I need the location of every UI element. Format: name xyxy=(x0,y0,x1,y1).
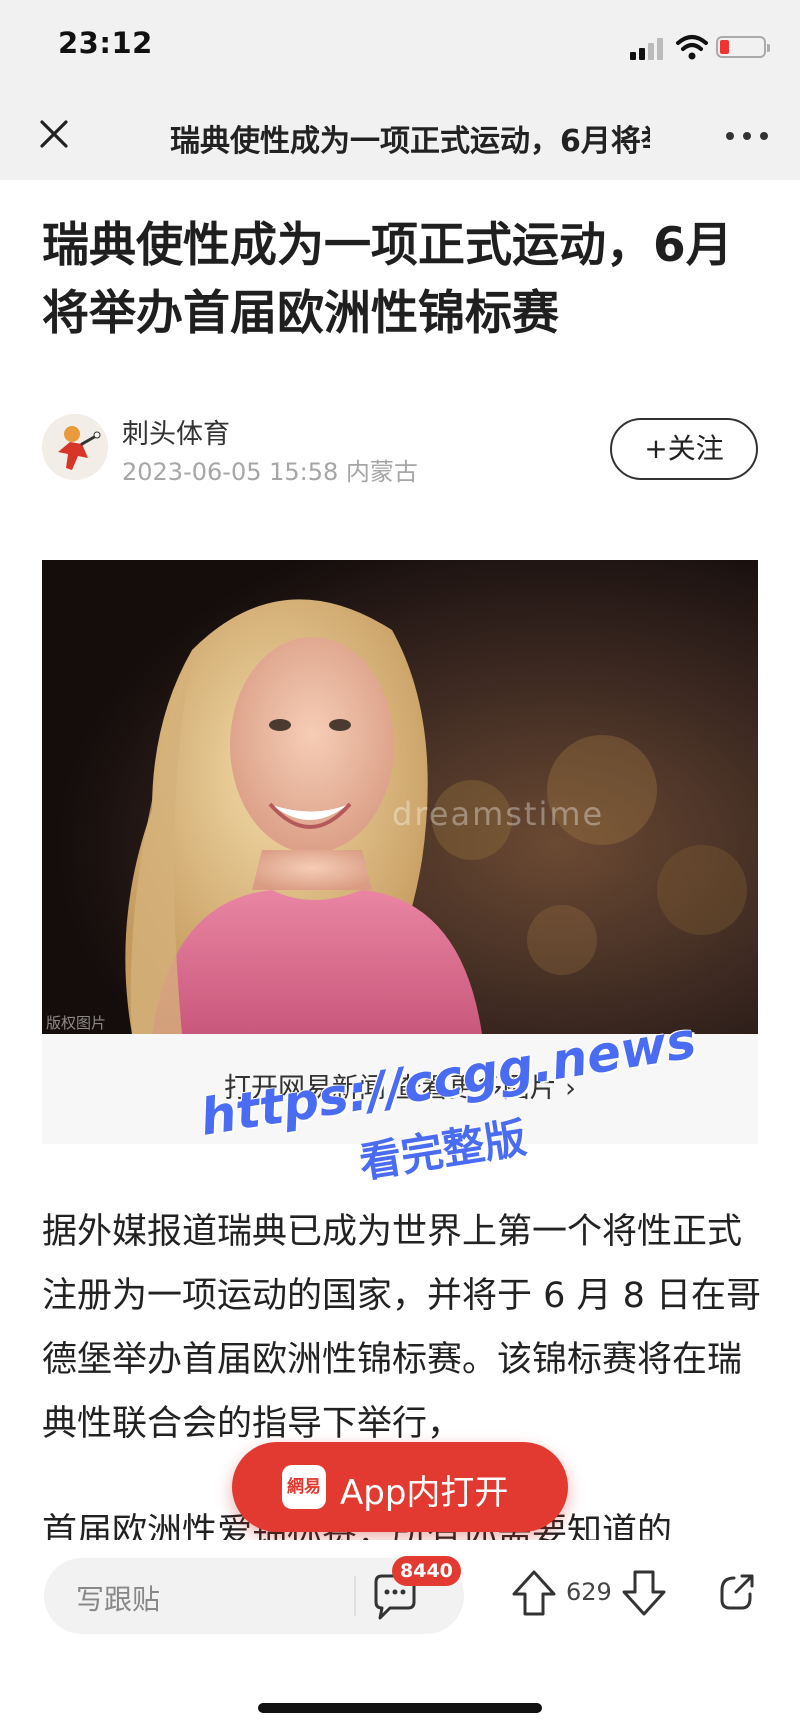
comment-input[interactable]: 写跟贴 8440 xyxy=(44,1556,464,1634)
status-bar: 23:12 xyxy=(0,0,800,88)
author-avatar[interactable] xyxy=(42,414,108,480)
comment-count-badge: 8440 xyxy=(392,1556,461,1586)
downvote-icon[interactable] xyxy=(620,1568,668,1618)
author-row: 刺头体育 2023-06-05 15:58 内蒙古 +关注 xyxy=(42,410,762,490)
wifi-icon xyxy=(676,35,708,60)
nav-title: 瑞典使性成为一项正式运动，6月将举办首届欧洲性锦标赛 xyxy=(170,124,650,156)
follow-button[interactable]: +关注 xyxy=(610,418,758,480)
more-icon[interactable] xyxy=(722,132,772,142)
share-icon[interactable] xyxy=(714,1570,758,1614)
close-icon[interactable] xyxy=(32,112,76,156)
bottom-action-bar: 写跟贴 8440 629 xyxy=(0,1540,800,1650)
input-divider xyxy=(354,1576,356,1616)
netease-logo-icon: 網易 xyxy=(282,1465,326,1509)
battery-icon xyxy=(716,36,770,58)
photo-watermark: dreamstime xyxy=(392,795,605,833)
upvote-icon[interactable] xyxy=(510,1568,558,1618)
open-in-app-button[interactable]: 網易 App内打开 xyxy=(232,1442,568,1532)
cellular-signal-icon xyxy=(630,38,666,60)
comment-placeholder: 写跟贴 xyxy=(76,1583,161,1616)
open-more-photos-link[interactable]: 打开网易新闻 查看更多图片 › xyxy=(42,1034,758,1144)
publish-meta: 2023-06-05 15:58 内蒙古 xyxy=(122,458,418,486)
home-indicator[interactable] xyxy=(258,1703,542,1713)
article-photo[interactable]: dreamstime 版权图片 xyxy=(42,560,758,1034)
top-nav-bar: 瑞典使性成为一项正式运动，6月将举办首届欧洲性锦标赛 xyxy=(0,88,800,180)
vote-count: 629 xyxy=(566,1578,612,1606)
author-name[interactable]: 刺头体育 xyxy=(122,412,230,451)
article-title: 瑞典使性成为一项正式运动，6月将举办首届欧洲性锦标赛 xyxy=(42,218,733,341)
article-paragraph: 据外媒报道瑞典已成为世界上第一个将性正式注册为一项运动的国家，并将于 6 月 8… xyxy=(42,1212,762,1444)
open-in-app-label: App内打开 xyxy=(340,1473,509,1513)
copyright-label: 版权图片 xyxy=(46,1014,107,1032)
status-time: 23:12 xyxy=(58,26,153,60)
